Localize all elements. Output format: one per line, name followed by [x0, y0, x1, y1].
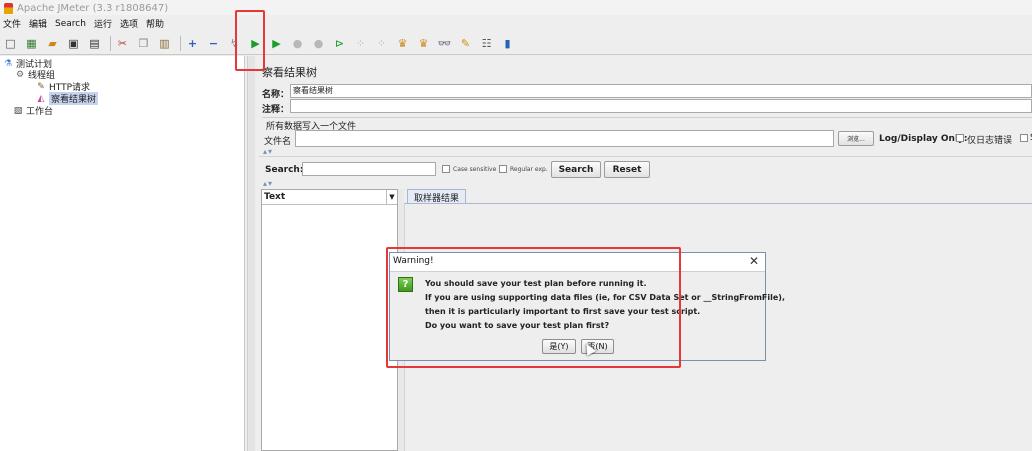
start-icon[interactable]: ▶	[247, 35, 264, 52]
search-button[interactable]: Search	[551, 161, 601, 178]
collapse-icon[interactable]: −	[205, 35, 222, 52]
errors-only-label: 仅日志错误	[967, 136, 1013, 146]
remote-exit-icon[interactable]: ⁘	[373, 35, 390, 52]
pencil-icon: ✎	[37, 81, 45, 92]
tree-node-thread-group[interactable]: ⚙ 线程组	[15, 69, 55, 82]
start-no-pause-icon[interactable]: ▶	[268, 35, 285, 52]
comment-label: 注释：	[262, 105, 290, 115]
remote-start-icon[interactable]: ⊳	[331, 35, 348, 52]
window-titlebar: Apache JMeter (3.3 r1808647)	[0, 0, 1032, 15]
dialog-titlebar: Warning! ✕	[390, 253, 765, 272]
log-display-label: Log/Display Only:	[879, 134, 968, 144]
regex-checkbox[interactable]	[499, 165, 507, 173]
templates-icon[interactable]: ▦	[23, 35, 40, 52]
menu-file[interactable]: 文件	[3, 17, 21, 30]
menu-edit[interactable]: 编辑	[29, 17, 47, 30]
help-icon[interactable]: ▮	[499, 35, 516, 52]
stop-icon[interactable]: ●	[289, 35, 306, 52]
question-icon: ?	[398, 277, 413, 292]
case-sensitive-label: Case sensitive	[453, 166, 497, 173]
tree-node-view-results-tree[interactable]: ◭ 察看结果树	[36, 92, 99, 105]
dialog-message-line-4: Do you want to save your test plan first…	[425, 321, 610, 330]
name-field[interactable]: 察看结果树	[290, 84, 1032, 98]
case-sensitive-checkbox[interactable]	[442, 165, 450, 173]
test-plan-tree: ⚗ 测试计划 ⚙ 线程组 ✎ HTTP请求 ◭ 察看结果树 ▧ 工作台	[0, 56, 245, 451]
comment-field[interactable]	[290, 99, 1032, 113]
listener-icon: ◭	[37, 93, 45, 104]
menu-bar: 文件 编辑 Search 运行 选项 帮助	[0, 15, 1032, 32]
tree-splitter[interactable]	[247, 56, 255, 451]
tab-sampler-result[interactable]: 取样器结果	[407, 189, 467, 204]
collapse-handle[interactable]: ▴▾	[263, 179, 273, 188]
tree-node-label: 察看结果树	[49, 92, 99, 105]
function-helper-icon[interactable]: ☷	[478, 35, 495, 52]
dialog-message-line-2: If you are using supporting data files (…	[425, 293, 785, 302]
filename-input[interactable]	[295, 130, 834, 147]
page-title: 察看结果树	[262, 66, 317, 79]
filename-label: 文件名	[264, 137, 292, 147]
paste-icon[interactable]: ▥	[156, 35, 173, 52]
menu-search[interactable]: Search	[55, 19, 86, 29]
errors-only-checkbox[interactable]	[956, 134, 964, 142]
search-icon[interactable]: 👓	[436, 35, 453, 52]
chevron-down-icon: ▼	[386, 190, 397, 204]
open-icon[interactable]: ▰	[44, 35, 61, 52]
renderer-select[interactable]: Text ▼	[262, 190, 397, 205]
window-title: Apache JMeter (3.3 r1808647)	[17, 2, 169, 14]
menu-options[interactable]: 选项	[120, 17, 138, 30]
menu-run[interactable]: 运行	[94, 17, 112, 30]
dialog-message-line-3: then it is particularly important to fir…	[425, 307, 701, 316]
menu-help[interactable]: 帮助	[146, 17, 164, 30]
shutdown-icon[interactable]: ●	[310, 35, 327, 52]
browse-button[interactable]: 浏览...	[838, 131, 874, 146]
clear-all-icon[interactable]: ♛	[415, 35, 432, 52]
toolbar-separator	[180, 35, 181, 51]
tree-node-http-request[interactable]: ✎ HTTP请求	[36, 81, 90, 94]
yes-button[interactable]: 是(Y)	[542, 339, 576, 354]
search-label: Search:	[265, 165, 304, 175]
dialog-message-line-1: You should save your test plan before ru…	[425, 279, 647, 288]
toolbar-separator	[110, 35, 111, 51]
workbench-icon: ▧	[13, 105, 23, 116]
reset-button[interactable]: Reset	[604, 161, 650, 178]
expand-icon[interactable]: +	[184, 35, 201, 52]
renderer-selected: Text	[264, 192, 286, 202]
save-as-icon[interactable]: ▤	[86, 35, 103, 52]
copy-icon[interactable]: ❐	[135, 35, 152, 52]
tree-node-label: 工作台	[26, 107, 54, 117]
gear-icon: ⚙	[15, 69, 25, 80]
name-label: 名称：	[262, 90, 290, 100]
save-icon[interactable]: ▣	[65, 35, 82, 52]
collapse-handle[interactable]: ▴▾	[263, 147, 273, 156]
remote-stop-icon[interactable]: ⁘	[352, 35, 369, 52]
close-icon[interactable]: ✕	[749, 254, 759, 268]
results-list: Text ▼	[261, 189, 398, 451]
flask-icon: ⚗	[3, 58, 13, 69]
reset-search-icon[interactable]: ✎	[457, 35, 474, 52]
result-tabs: 取样器结果	[404, 189, 1032, 204]
search-input[interactable]	[302, 162, 436, 176]
cut-icon[interactable]: ✂	[114, 35, 131, 52]
new-icon[interactable]: □	[2, 35, 19, 52]
regex-label: Regular exp.	[510, 166, 548, 173]
dialog-title: Warning!	[393, 256, 434, 266]
successes-checkbox[interactable]	[1020, 134, 1028, 142]
tree-node-workbench[interactable]: ▧ 工作台	[13, 105, 54, 118]
toolbar: □ ▦ ▰ ▣ ▤ ✂ ❐ ▥ + − ↯ ▶ ▶ ● ● ⊳ ⁘ ⁘ ♛ ♛ …	[0, 32, 1032, 55]
clear-icon[interactable]: ♛	[394, 35, 411, 52]
jmeter-app-icon	[4, 2, 13, 14]
warning-dialog: Warning! ✕ ? You should save your test p…	[389, 252, 785, 361]
toggle-icon[interactable]: ↯	[226, 35, 243, 52]
